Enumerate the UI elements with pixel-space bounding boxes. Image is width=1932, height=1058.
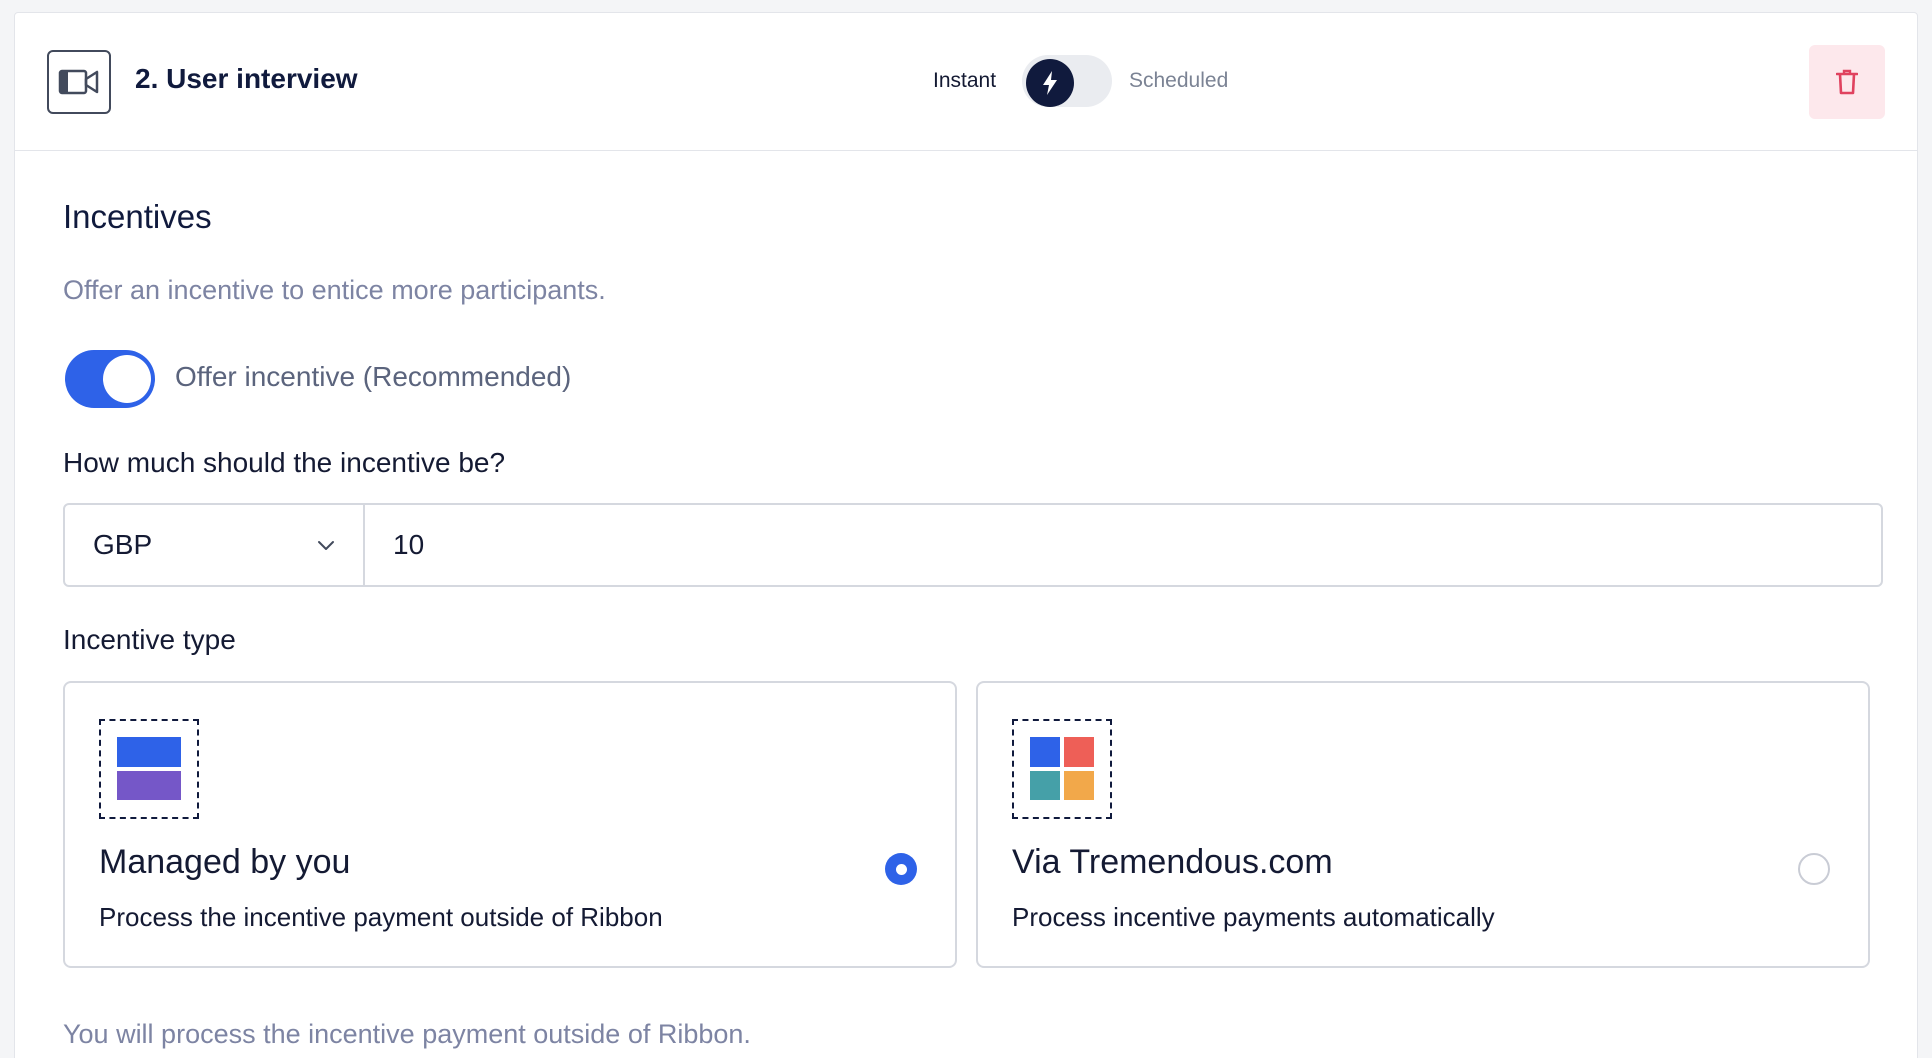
lightning-bolt-icon [1043, 71, 1057, 95]
option-description: Process incentive payments automatically [1012, 902, 1495, 932]
option-via-tremendous[interactable]: Via Tremendous.com Process incentive pay… [976, 681, 1870, 968]
four-squares-icon [1012, 719, 1112, 819]
incentives-heading: Incentives [63, 198, 212, 235]
incentive-type-label: Incentive type [63, 624, 236, 655]
mode-toggle-knob [1026, 59, 1074, 107]
radio-managed-by-you[interactable] [885, 853, 917, 885]
option-name: Managed by you [99, 843, 351, 881]
mode-scheduled-label[interactable]: Scheduled [1129, 69, 1228, 93]
radio-via-tremendous[interactable] [1798, 853, 1830, 885]
delete-button[interactable] [1809, 45, 1885, 119]
incentives-description: Offer an incentive to entice more partic… [63, 275, 606, 305]
toggle-knob [103, 355, 151, 403]
currency-value: GBP [93, 529, 153, 560]
stacked-blocks-icon [99, 719, 199, 819]
offer-incentive-label[interactable]: Offer incentive (Recommended) [175, 361, 571, 393]
mode-toggle[interactable] [1022, 55, 1112, 107]
incentive-amount-group: GBP 10 [63, 503, 1883, 587]
card-header: 2. User interview Instant Scheduled [15, 13, 1917, 151]
currency-select[interactable]: GBP [65, 505, 365, 585]
offer-incentive-toggle[interactable] [65, 350, 155, 408]
amount-input[interactable]: 10 [365, 505, 1881, 585]
option-description: Process the incentive payment outside of… [99, 902, 663, 932]
option-name: Via Tremendous.com [1012, 843, 1333, 881]
amount-question: How much should the incentive be? [63, 447, 506, 478]
video-camera-icon [47, 50, 111, 114]
interview-card: 2. User interview Instant Scheduled Ince… [14, 12, 1918, 1058]
chevron-down-icon [318, 541, 334, 550]
option-managed-by-you[interactable]: Managed by you Process the incentive pay… [63, 681, 957, 968]
trash-icon [1836, 69, 1858, 95]
mode-instant-label[interactable]: Instant [933, 69, 996, 93]
page-title: 2. User interview [135, 63, 358, 94]
incentive-footnote: You will process the incentive payment o… [63, 1019, 751, 1049]
